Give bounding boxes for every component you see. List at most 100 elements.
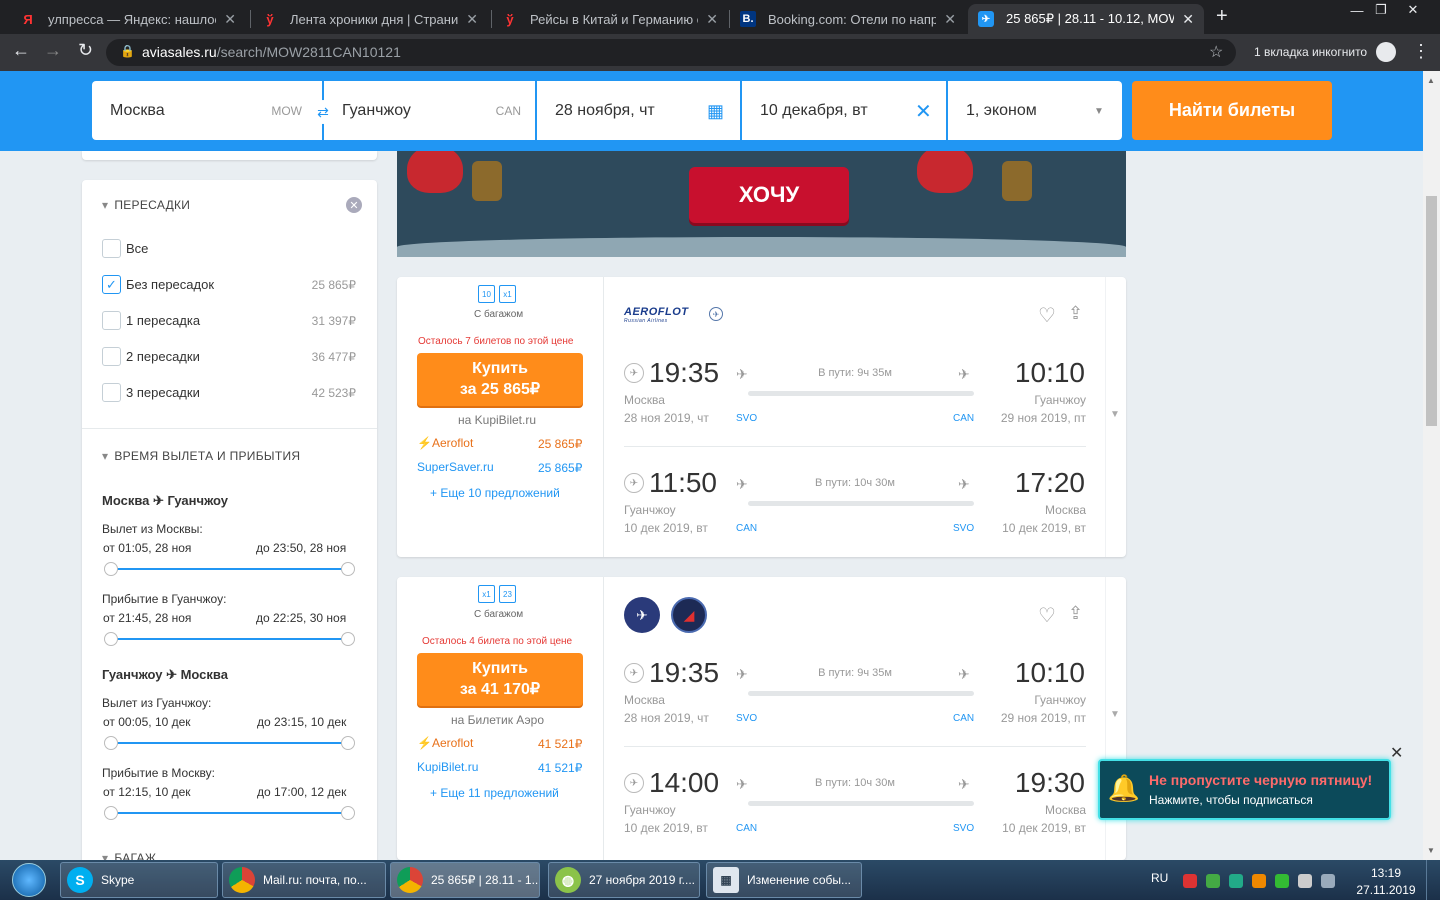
close-tab-icon[interactable]: ✕ bbox=[466, 11, 478, 28]
new-tab-button[interactable]: + bbox=[1216, 5, 1228, 28]
close-tab-icon[interactable]: ✕ bbox=[1182, 11, 1194, 28]
browser-tab-active[interactable]: ✈ 25 865₽ | 28.11 - 10.12, MOW ⇄ ✕ bbox=[968, 4, 1204, 34]
clock-icon: ✈ bbox=[624, 773, 644, 793]
share-icon[interactable]: ⇪ bbox=[1068, 303, 1083, 324]
tray-app-icon[interactable] bbox=[1183, 874, 1197, 888]
agent-link[interactable]: SuperSaver.ru bbox=[417, 460, 494, 474]
slider-handle[interactable] bbox=[104, 736, 118, 750]
clear-icon[interactable]: ✕ bbox=[915, 99, 932, 124]
tray-app-icon[interactable] bbox=[1229, 874, 1243, 888]
range-slider[interactable] bbox=[111, 638, 348, 640]
agent-link[interactable]: ⚡Aeroflot bbox=[417, 436, 473, 450]
more-offers-link[interactable]: + Еще 11 предложений bbox=[430, 786, 559, 800]
buy-button[interactable]: Купить за 25 865₽ bbox=[417, 353, 583, 406]
checkbox-1-transfer[interactable] bbox=[102, 311, 121, 330]
scroll-up-icon[interactable]: ▲ bbox=[1427, 76, 1435, 85]
system-clock[interactable]: 13:19 27.11.2019 bbox=[1355, 865, 1417, 899]
return-date: 10 декабря, вт bbox=[760, 101, 868, 119]
taskbar-item-skype[interactable]: S Skype bbox=[60, 862, 218, 898]
checkbox-label[interactable]: Без пересадок bbox=[126, 277, 214, 292]
slider-handle[interactable] bbox=[341, 806, 355, 820]
window-close-icon[interactable]: ✕ bbox=[1398, 0, 1428, 20]
range-slider[interactable] bbox=[111, 568, 348, 570]
checkbox-label[interactable]: Все bbox=[126, 241, 148, 256]
taskbar-item-tennis[interactable]: ◍ 27 ноября 2019 г.... bbox=[548, 862, 700, 898]
expand-chevron-icon[interactable]: ▼ bbox=[1110, 409, 1120, 420]
slider-handle[interactable] bbox=[341, 736, 355, 750]
url-text[interactable]: aviasales.ru/search/MOW2811CAN10121 bbox=[142, 44, 401, 60]
arrival-airport: SVO bbox=[953, 823, 975, 834]
checkbox-3-transfers[interactable] bbox=[102, 383, 121, 402]
find-tickets-button[interactable]: Найти билеты bbox=[1132, 81, 1332, 140]
destination-field[interactable]: Гуанчжоу CAN bbox=[324, 81, 535, 140]
share-icon[interactable]: ⇪ bbox=[1068, 603, 1083, 624]
buy-button[interactable]: Купить за 41 170₽ bbox=[417, 653, 583, 706]
transfers-heading[interactable]: ПЕРЕСАДКИ bbox=[102, 198, 190, 212]
agent-link[interactable]: ⚡Aeroflot bbox=[417, 736, 473, 750]
clear-filter-icon[interactable]: ✕ bbox=[346, 197, 362, 213]
show-desktop-button[interactable] bbox=[1426, 860, 1440, 900]
taskbar-item-chrome-active[interactable]: 25 865₽ | 28.11 - 1... bbox=[390, 862, 540, 898]
reload-icon[interactable]: ↻ bbox=[78, 40, 93, 61]
calendar-icon[interactable]: ▦ bbox=[707, 101, 724, 122]
lock-icon[interactable]: 🔒 bbox=[120, 44, 135, 58]
agent-price[interactable]: 41 521₽ bbox=[538, 761, 582, 775]
agent-price[interactable]: 25 865₽ bbox=[538, 461, 582, 475]
tray-app-icon[interactable] bbox=[1252, 874, 1266, 888]
network-icon[interactable] bbox=[1321, 874, 1335, 888]
tray-app-icon[interactable] bbox=[1206, 874, 1220, 888]
close-tab-icon[interactable]: ✕ bbox=[224, 11, 236, 28]
bookmark-star-icon[interactable]: ☆ bbox=[1209, 42, 1223, 62]
restore-icon[interactable]: ❐ bbox=[1366, 0, 1396, 20]
browser-tab[interactable]: Я улпресса — Яндекс: нашлось 14 ✕ bbox=[10, 4, 246, 34]
browser-tab[interactable]: ў Рейсы в Китай и Германию отм ✕ bbox=[492, 4, 728, 34]
toast-title[interactable]: Не пропустите черную пятницу! bbox=[1149, 772, 1372, 788]
favorite-heart-icon[interactable]: ♡ bbox=[1038, 303, 1056, 328]
black-friday-toast[interactable] bbox=[1098, 759, 1391, 820]
origin-field[interactable]: Москва MOW bbox=[92, 81, 322, 140]
language-indicator[interactable]: RU bbox=[1151, 871, 1168, 885]
checkbox-nonstop[interactable]: ✓ bbox=[102, 275, 121, 294]
incognito-icon[interactable] bbox=[1376, 42, 1396, 62]
slider-handle[interactable] bbox=[104, 562, 118, 576]
forward-icon[interactable]: → bbox=[44, 40, 62, 61]
slider-handle[interactable] bbox=[104, 806, 118, 820]
checkbox-label[interactable]: 2 пересадки bbox=[126, 349, 200, 364]
expand-chevron-icon[interactable]: ▼ bbox=[1110, 709, 1120, 720]
agent-price[interactable]: 25 865₽ bbox=[538, 437, 582, 451]
flag-icon[interactable] bbox=[1298, 874, 1312, 888]
swap-icon[interactable]: ⇄ bbox=[311, 100, 335, 124]
start-button[interactable] bbox=[4, 860, 54, 900]
slider-handle[interactable] bbox=[341, 562, 355, 576]
close-tab-icon[interactable]: ✕ bbox=[706, 11, 718, 28]
checkbox-all[interactable] bbox=[102, 239, 121, 258]
slider-handle[interactable] bbox=[104, 632, 118, 646]
taskbar-item-calendar[interactable]: ▦ Изменение собы... bbox=[706, 862, 862, 898]
page-scrollbar[interactable] bbox=[1423, 71, 1440, 860]
taskbar-item-chrome[interactable]: Mail.ru: почта, по... bbox=[222, 862, 386, 898]
tray-app-icon[interactable] bbox=[1275, 874, 1289, 888]
checkbox-2-transfers[interactable] bbox=[102, 347, 121, 366]
scrollbar-thumb[interactable] bbox=[1426, 196, 1437, 426]
close-tab-icon[interactable]: ✕ bbox=[944, 11, 956, 28]
range-slider[interactable] bbox=[111, 742, 348, 744]
checkbox-label[interactable]: 1 пересадка bbox=[126, 313, 200, 328]
toast-text[interactable]: Нажмите, чтобы подписаться bbox=[1149, 793, 1313, 807]
agent-link[interactable]: KupiBilet.ru bbox=[417, 760, 478, 774]
toast-close-icon[interactable]: ✕ bbox=[1390, 743, 1403, 763]
depart-date: 10 дек 2019, вт bbox=[624, 821, 708, 835]
times-heading[interactable]: ВРЕМЯ ВЫЛЕТА И ПРИБЫТИЯ bbox=[102, 449, 300, 463]
more-offers-link[interactable]: + Еще 10 предложений bbox=[430, 486, 560, 500]
banner-cta-button[interactable]: ХОЧУ bbox=[689, 167, 849, 223]
slider-handle[interactable] bbox=[341, 632, 355, 646]
hand-luggage-icon: 10 bbox=[478, 285, 495, 303]
agent-price[interactable]: 41 521₽ bbox=[538, 737, 582, 751]
browser-tab[interactable]: ў Лента хроники дня | Страница 2 ✕ bbox=[252, 4, 488, 34]
browser-menu-icon[interactable]: ⋮ bbox=[1412, 41, 1430, 62]
checkbox-label[interactable]: 3 пересадки bbox=[126, 385, 200, 400]
range-slider[interactable] bbox=[111, 812, 348, 814]
back-icon[interactable]: ← bbox=[12, 40, 30, 61]
scroll-down-icon[interactable]: ▼ bbox=[1427, 846, 1435, 855]
favorite-heart-icon[interactable]: ♡ bbox=[1038, 603, 1056, 628]
browser-tab[interactable]: B. Booking.com: Отели по направл ✕ bbox=[730, 4, 966, 34]
